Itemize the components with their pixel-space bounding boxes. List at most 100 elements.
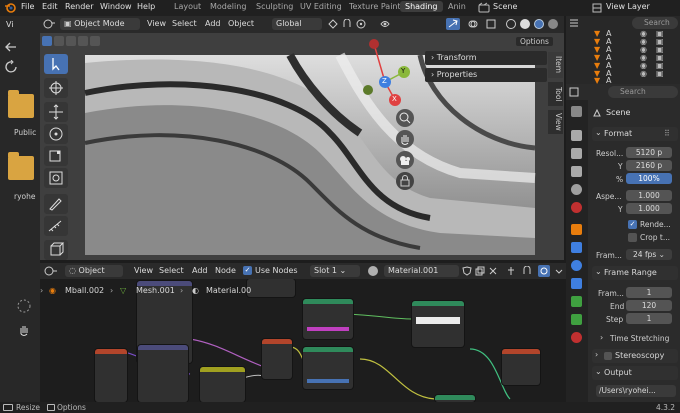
unlink-x-icon[interactable]: [488, 266, 498, 276]
tab-tool[interactable]: Tool: [548, 82, 563, 106]
snap-icon[interactable]: [342, 19, 352, 29]
camera-restrict-icon[interactable]: ▣: [656, 69, 664, 78]
constraints-tab-icon[interactable]: [571, 296, 582, 307]
scene-name[interactable]: Scene: [493, 2, 517, 11]
gizmo-toggle-icon[interactable]: [446, 18, 460, 30]
pan-hand-icon[interactable]: [396, 130, 414, 148]
select-box-icon[interactable]: [42, 36, 52, 46]
menu-edit[interactable]: Edit: [42, 2, 58, 11]
properties-search-input[interactable]: Search: [608, 86, 678, 98]
node-bsdf-a[interactable]: [303, 299, 353, 339]
tab-item[interactable]: Item: [548, 52, 563, 78]
breadcrumb-material[interactable]: Material.00: [206, 286, 251, 295]
tab-view[interactable]: View: [548, 110, 563, 134]
tab-modeling[interactable]: Modeling: [210, 2, 246, 11]
select-subtract-icon[interactable]: [66, 36, 76, 46]
xray-icon[interactable]: [486, 19, 496, 29]
use-nodes-checkbox[interactable]: ✓: [243, 266, 252, 275]
breadcrumb-object[interactable]: Mball.002: [65, 286, 104, 295]
transform-tool-icon[interactable]: [44, 168, 68, 188]
particles-tab-icon[interactable]: [571, 260, 582, 271]
outliner-search-input[interactable]: Search: [632, 17, 678, 29]
material-selector[interactable]: Material.001: [384, 265, 459, 277]
refresh-icon[interactable]: [2, 60, 22, 74]
menu-window[interactable]: Window: [100, 2, 132, 11]
vp-menu-select[interactable]: Select: [172, 19, 197, 28]
zoom-icon[interactable]: [396, 109, 414, 127]
overlays-icon[interactable]: [468, 19, 478, 29]
camera-icon[interactable]: [396, 151, 414, 169]
navigation-gizmo[interactable]: Z Y X: [360, 38, 416, 108]
render-region-checkbox[interactable]: ✓: [628, 220, 637, 229]
shader-type-dropdown[interactable]: ◌ Object: [65, 265, 123, 277]
folder-icon[interactable]: [8, 90, 34, 118]
aspect-x-field[interactable]: 1.000: [626, 190, 672, 201]
ne-menu-view[interactable]: View: [134, 266, 153, 275]
menu-render[interactable]: Render: [65, 2, 93, 11]
folder-icon[interactable]: [8, 152, 34, 180]
tab-texture-paint[interactable]: Texture Paint: [349, 2, 401, 11]
frame-start-field[interactable]: 1: [626, 287, 672, 298]
blender-logo-icon[interactable]: [4, 2, 16, 14]
shading-solid-icon[interactable]: [520, 19, 530, 29]
mode-dropdown[interactable]: ▣ Object Mode: [60, 18, 140, 30]
frame-end-field[interactable]: 120: [626, 300, 672, 311]
snap-node-icon[interactable]: [522, 266, 532, 276]
view-layer-icon[interactable]: [592, 3, 602, 13]
ne-menu-add[interactable]: Add: [192, 266, 208, 275]
shading-material-icon[interactable]: [534, 19, 544, 29]
shading-rendered-icon[interactable]: [548, 19, 558, 29]
npanel-properties[interactable]: › Properties: [425, 68, 547, 82]
color-swatch[interactable]: [307, 379, 349, 383]
format-panel-header[interactable]: ⌄ Format ⠿: [592, 127, 678, 141]
proportional-edit-icon[interactable]: [356, 19, 366, 29]
node-noise[interactable]: [138, 345, 188, 402]
tool-tab-icon[interactable]: [571, 106, 582, 117]
data-tab-icon[interactable]: [571, 314, 582, 325]
aspect-y-field[interactable]: 1.000: [626, 203, 672, 214]
framerate-dropdown[interactable]: 24 fps ⌄: [626, 249, 672, 260]
tab-animation[interactable]: Anin: [448, 2, 466, 11]
add-cube-tool-icon[interactable]: [44, 240, 68, 260]
orientation-dropdown[interactable]: Global: [272, 18, 322, 30]
node-material-output[interactable]: [502, 349, 540, 385]
crop-checkbox[interactable]: [628, 233, 637, 242]
scale-tool-icon[interactable]: [44, 146, 68, 166]
shading-wireframe-icon[interactable]: [506, 19, 516, 29]
time-stretching-panel[interactable]: › Time Stretching: [600, 333, 678, 345]
scene-icon[interactable]: [478, 2, 490, 14]
select-tool-icon[interactable]: [44, 54, 68, 74]
breadcrumb-mesh[interactable]: Mesh.001: [136, 286, 175, 295]
grip-icon[interactable]: ⠿: [664, 129, 670, 138]
annotate-tool-icon[interactable]: [44, 194, 68, 214]
material-tab-icon[interactable]: [571, 332, 582, 343]
vp-menu-object[interactable]: Object: [228, 19, 254, 28]
editor-type-icon[interactable]: [42, 18, 56, 30]
node-bsdf-b[interactable]: [303, 347, 353, 389]
frame-range-panel-header[interactable]: ⌄ Frame Range: [592, 266, 678, 280]
tab-sculpting[interactable]: Sculpting: [256, 2, 293, 11]
output-path-field[interactable]: /Users\ryohei...: [596, 385, 676, 397]
pin-icon[interactable]: [506, 266, 516, 276]
folder-label-ryohe[interactable]: ryohe: [14, 192, 35, 201]
world-tab-icon[interactable]: [571, 202, 582, 213]
options-button[interactable]: Options: [516, 37, 553, 46]
lock-icon[interactable]: [396, 172, 414, 190]
node-mix[interactable]: [435, 395, 475, 402]
outliner-type-icon[interactable]: [569, 18, 579, 28]
object-tab-icon[interactable]: [571, 224, 582, 235]
rotate-tool-icon[interactable]: [44, 124, 68, 144]
properties-type-icon[interactable]: [569, 87, 579, 97]
render-tab-icon[interactable]: [571, 130, 582, 141]
slot-dropdown[interactable]: Slot 1 ⌄: [310, 265, 360, 277]
visibility-icon[interactable]: [380, 19, 390, 29]
move-tool-icon[interactable]: [44, 102, 68, 122]
back-arrow-icon[interactable]: [2, 40, 22, 54]
color-swatch[interactable]: [307, 327, 349, 331]
tab-shading[interactable]: Shading: [400, 1, 443, 12]
scene-tab-icon[interactable]: [571, 184, 582, 195]
node-texture-coord[interactable]: [95, 349, 127, 402]
node-color-ramp[interactable]: [200, 367, 245, 402]
view-layer-name[interactable]: View Layer: [606, 2, 650, 11]
shader-editor-icon[interactable]: [44, 266, 58, 276]
